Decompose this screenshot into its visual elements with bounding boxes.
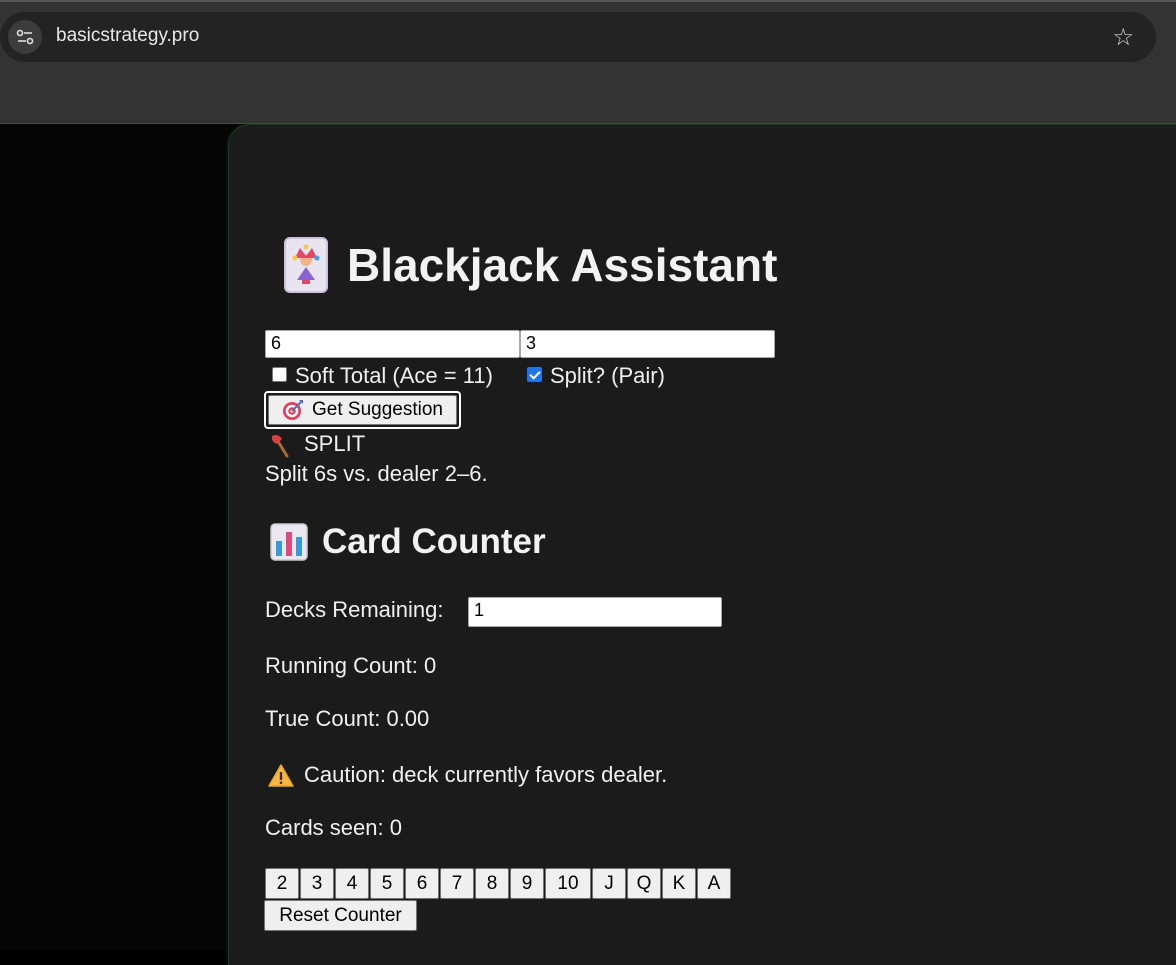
player-total-input[interactable]: 6 xyxy=(265,330,520,358)
card-button-j[interactable]: J xyxy=(592,868,626,899)
window-top-edge xyxy=(0,0,1176,2)
card-button-7[interactable]: 7 xyxy=(440,868,474,899)
cards-seen: Cards seen: 0 xyxy=(265,815,402,840)
running-count: Running Count: 0 xyxy=(265,653,437,678)
card-button-a[interactable]: A xyxy=(697,868,731,899)
card-button-k[interactable]: K xyxy=(662,868,696,899)
joker-card-icon xyxy=(283,236,329,294)
reset-counter-button[interactable]: Reset Counter xyxy=(264,900,417,931)
warning-icon xyxy=(268,764,294,788)
bookmark-star-icon[interactable]: ☆ xyxy=(1112,23,1134,51)
axe-icon xyxy=(270,434,292,458)
soft-total-label: Soft Total (Ace = 11) xyxy=(295,363,493,388)
card-button-2[interactable]: 2 xyxy=(265,868,299,899)
card-button-3[interactable]: 3 xyxy=(300,868,334,899)
soft-total-checkbox[interactable] xyxy=(272,367,287,382)
card-button-6[interactable]: 6 xyxy=(405,868,439,899)
page-title: Blackjack Assistant xyxy=(283,236,777,294)
address-bar[interactable]: basicstrategy.pro ☆ xyxy=(0,12,1156,62)
url-text[interactable]: basicstrategy.pro xyxy=(56,25,199,47)
true-count: True Count: 0.00 xyxy=(265,706,430,731)
card-button-5[interactable]: 5 xyxy=(370,868,404,899)
card-button-q[interactable]: Q xyxy=(627,868,661,899)
split-label: Split? (Pair) xyxy=(550,363,665,388)
suggestion-action: SPLIT xyxy=(304,431,366,456)
caution-message: Caution: deck currently favors dealer. xyxy=(304,762,668,787)
card-counter-title: Card Counter xyxy=(322,522,546,561)
suggestion-explanation: Split 6s vs. dealer 2–6. xyxy=(265,461,488,486)
card-button-4[interactable]: 4 xyxy=(335,868,369,899)
card-counter-heading: Card Counter xyxy=(270,522,546,562)
card-button-10[interactable]: 10 xyxy=(545,868,591,899)
card-button-9[interactable]: 9 xyxy=(510,868,544,899)
page-title-text: Blackjack Assistant xyxy=(347,239,778,291)
card-button-row: 2 3 4 5 6 7 8 9 10 J Q K A xyxy=(265,868,732,899)
split-checkbox[interactable] xyxy=(527,367,542,382)
browser-toolbar: basicstrategy.pro ☆ xyxy=(0,0,1176,124)
get-suggestion-label: Get Suggestion xyxy=(312,399,443,420)
target-icon xyxy=(282,399,304,421)
dealer-card-input[interactable]: 3 xyxy=(520,330,775,358)
get-suggestion-button-face[interactable]: Get Suggestion xyxy=(268,395,457,425)
get-suggestion-button[interactable]: Get Suggestion xyxy=(264,391,461,429)
site-info-icon[interactable] xyxy=(8,20,42,54)
card-button-8[interactable]: 8 xyxy=(475,868,509,899)
bar-chart-icon xyxy=(270,523,308,561)
decks-remaining-input[interactable]: 1 xyxy=(468,597,722,627)
decks-remaining-label: Decks Remaining: xyxy=(265,597,444,622)
